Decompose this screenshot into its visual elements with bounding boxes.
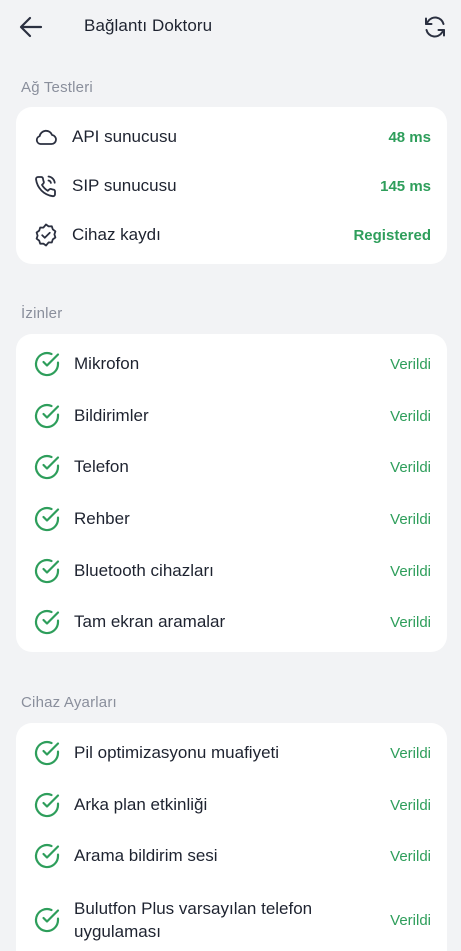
check-circle-icon [32, 738, 62, 768]
top-app-bar: Bağlantı Doktoru [0, 0, 461, 56]
permissions-card: Mikrofon Verildi Bildirimler Verildi Tel… [16, 334, 447, 652]
device-setting-label: Pil optimizasyonu muafiyeti [74, 743, 280, 762]
check-circle-icon [32, 841, 62, 871]
refresh-button[interactable] [419, 12, 451, 42]
page-title: Bağlantı Doktoru [84, 16, 213, 35]
permission-status: Verildi [390, 458, 431, 476]
network-row-device-registration: Cihaz kaydı Registered [16, 220, 447, 250]
permission-status: Verildi [390, 510, 431, 528]
check-circle-icon [32, 504, 62, 534]
badge-check-icon [32, 221, 60, 249]
section-label-network-tests: Ağ Testleri [21, 79, 93, 96]
network-value: 145 ms [380, 177, 431, 195]
network-value: Registered [353, 226, 431, 244]
section-label-device-settings: Cihaz Ayarları [21, 694, 117, 711]
device-setting-label: Arka plan etkinliği [74, 795, 208, 814]
permission-row-bluetooth: Bluetooth cihazları Verildi [16, 556, 447, 586]
connection-doctor-screen: Bağlantı Doktoru Ağ Testleri API sunucus… [0, 0, 461, 951]
cloud-icon [32, 123, 60, 151]
device-setting-status: Verildi [390, 744, 431, 762]
permission-label: Rehber [74, 509, 130, 528]
permission-row-notifications: Bildirimler Verildi [16, 401, 447, 431]
section-label-permissions: İzinler [21, 305, 63, 322]
refresh-icon [425, 16, 445, 38]
permission-label: Bildirimler [74, 406, 149, 425]
permission-status: Verildi [390, 355, 431, 373]
check-circle-icon [32, 349, 62, 379]
device-setting-row-call-sound: Arama bildirim sesi Verildi [16, 841, 447, 871]
device-setting-label: Bulutfon Plus varsayılan telefon uygulam… [74, 899, 313, 941]
device-settings-card: Pil optimizasyonu muafiyeti Verildi Arka… [16, 723, 447, 951]
check-circle-icon [32, 905, 62, 935]
permission-row-contacts: Rehber Verildi [16, 504, 447, 534]
device-setting-row-default-phone-app: Bulutfon Plus varsayılan telefon uygulam… [16, 895, 447, 945]
permission-label: Telefon [74, 457, 129, 476]
network-label: SIP sunucusu [72, 176, 177, 195]
network-row-api: API sunucusu 48 ms [16, 122, 447, 152]
back-button[interactable] [16, 13, 46, 41]
check-circle-icon [32, 556, 62, 586]
device-setting-status: Verildi [390, 847, 431, 865]
phone-call-icon [32, 172, 60, 200]
permission-status: Verildi [390, 613, 431, 631]
check-circle-icon [32, 452, 62, 482]
check-circle-icon [32, 401, 62, 431]
permission-row-fullscreen-calls: Tam ekran aramalar Verildi [16, 607, 447, 637]
network-tests-card: API sunucusu 48 ms SIP sunucusu 145 ms C… [16, 107, 447, 264]
check-circle-icon [32, 607, 62, 637]
arrow-left-icon [19, 16, 43, 38]
permission-label: Bluetooth cihazları [74, 561, 214, 580]
permission-status: Verildi [390, 407, 431, 425]
network-value: 48 ms [388, 128, 431, 146]
device-setting-label: Arama bildirim sesi [74, 846, 218, 865]
device-setting-row-battery: Pil optimizasyonu muafiyeti Verildi [16, 738, 447, 768]
permission-status: Verildi [390, 562, 431, 580]
check-circle-icon [32, 790, 62, 820]
network-label: API sunucusu [72, 127, 177, 146]
device-setting-status: Verildi [390, 911, 431, 929]
permission-label: Tam ekran aramalar [74, 612, 226, 631]
device-setting-status: Verildi [390, 796, 431, 814]
network-label: Cihaz kaydı [72, 225, 161, 244]
permission-row-phone: Telefon Verildi [16, 452, 447, 482]
permission-label: Mikrofon [74, 354, 140, 373]
device-setting-row-background: Arka plan etkinliği Verildi [16, 790, 447, 820]
network-row-sip: SIP sunucusu 145 ms [16, 171, 447, 201]
permission-row-microphone: Mikrofon Verildi [16, 349, 447, 379]
